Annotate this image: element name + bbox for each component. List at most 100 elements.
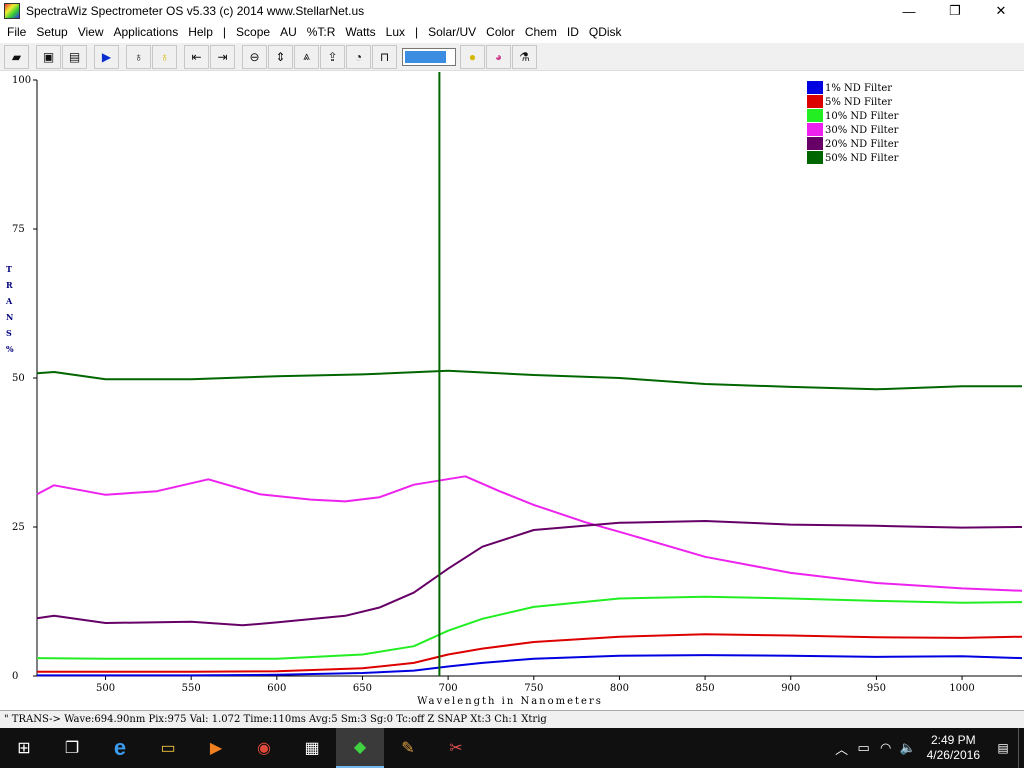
menu-item-applications[interactable]: Applications (109, 25, 184, 39)
x-axis-label: Wavelength in Nanometers (417, 696, 603, 707)
minimize-button[interactable]: — (886, 0, 932, 22)
autoscale-y-icon: ⇕ (275, 49, 286, 64)
chrome-taskbar-button[interactable]: ◉ (240, 728, 288, 768)
autoscale-y-button[interactable]: ⇕ (268, 44, 293, 69)
clock-date: 4/26/2016 (926, 748, 980, 762)
sun-icon: ● (468, 49, 477, 64)
print-icon: ▤ (68, 49, 81, 64)
spectrawiz-taskbar-button[interactable]: ◆ (336, 728, 384, 768)
chevron-up-icon[interactable]: ︿ (831, 739, 853, 758)
show-desktop-button[interactable] (1018, 728, 1024, 768)
paint-taskbar-button[interactable]: ✎ (384, 728, 432, 768)
save-button[interactable]: ▣ (36, 44, 61, 69)
menu-item-solar-uv[interactable]: Solar/UV (423, 25, 481, 39)
windows-start-icon: ⊞ (17, 740, 31, 757)
play-button[interactable]: ▶ (94, 44, 119, 69)
menu-item-color[interactable]: Color (481, 25, 520, 39)
open-button[interactable]: ▰ (4, 44, 29, 69)
toolbar: ▰ ▣ ▤ ▶ ♁ ♁ ⇤ ⇥ ⊖ ⇕ ⩓ ⇪ ◔ ⊓ ● ◕ ⚗ (0, 43, 1024, 71)
snipping-taskbar-button[interactable]: ✂ (432, 728, 480, 768)
status-bar: " TRANS-> Wave:694.90nm Pix:975 Val: 1.0… (0, 710, 1024, 728)
slider-fill (405, 50, 446, 63)
print-button[interactable]: ▤ (62, 44, 87, 69)
calculator-icon: ▦ (304, 740, 320, 757)
legend-entry: 10% ND Filter (825, 111, 899, 122)
x-tick-label: 550 (182, 683, 201, 694)
menu-item-chem[interactable]: Chem (520, 25, 562, 39)
y-tick-label: 0 (12, 671, 18, 682)
y-tick-label: 100 (12, 75, 31, 86)
sun-button[interactable]: ● (460, 44, 485, 69)
file-explorer-taskbar-button[interactable]: ▭ (144, 728, 192, 768)
notification-center-icon[interactable]: ▤ (988, 741, 1018, 755)
spectrum-chart[interactable]: 0 25 50 75 100 T R A N S % 500 550 600 650 700 750 800 850… (0, 72, 1024, 710)
menu-separator: | (415, 25, 419, 39)
zoom-button[interactable]: ⊖ (242, 44, 267, 69)
menu-separator: | (222, 25, 227, 39)
chem-button[interactable]: ⚗ (512, 44, 537, 69)
bulb-light-icon: ♁ (160, 49, 169, 64)
scale-up-button[interactable]: ⇪ (320, 44, 345, 69)
menu-item-lux[interactable]: Lux (381, 25, 410, 39)
edge-taskbar-button[interactable]: e (96, 728, 144, 768)
menu-item-help[interactable]: Help (183, 25, 218, 39)
x-tick-label: 500 (96, 683, 115, 694)
x-tick-label: 700 (439, 683, 458, 694)
x-tick-label: 1000 (949, 683, 974, 694)
volume-icon[interactable]: 🔈 (897, 740, 919, 756)
color-wheel-icon: ◕ (494, 49, 503, 64)
task-view-taskbar-button[interactable]: ❐ (48, 728, 96, 768)
cursor-right-button[interactable]: ⇥ (210, 44, 235, 69)
spectrawiz-window: SpectraWiz Spectrometer OS v5.33 (c) 201… (0, 0, 1024, 768)
menu-item-watts[interactable]: Watts (340, 25, 380, 39)
series-line-5 (36, 520, 1023, 627)
menu-item-qdisk[interactable]: QDisk (584, 25, 627, 39)
menu-item-id[interactable]: ID (562, 25, 584, 39)
taskbar-clock[interactable]: 2:49 PM 4/26/2016 (927, 733, 980, 763)
bracket-icon: ⊓ (379, 49, 390, 64)
snipping-icon: ✂ (449, 740, 463, 757)
series-line-2 (37, 633, 1023, 673)
zoom-icon: ⊖ (249, 49, 260, 64)
menu-item-view[interactable]: View (73, 25, 109, 39)
calculator-taskbar-button[interactable]: ▦ (288, 728, 336, 768)
bracket-button[interactable]: ⊓ (372, 44, 397, 69)
menu-item-file[interactable]: File (2, 25, 31, 39)
close-button[interactable]: ✕ (978, 0, 1024, 22)
open-icon: ▰ (11, 49, 22, 64)
cursor-left-button[interactable]: ⇤ (184, 44, 209, 69)
y-axis-label: T R A N S% (5, 264, 14, 354)
maximize-button[interactable]: ❐ (932, 0, 978, 22)
menu-item-scope[interactable]: Scope (231, 25, 275, 39)
bulb-dark-button[interactable]: ♁ (126, 44, 151, 69)
x-tick-label: 600 (267, 683, 286, 694)
x-tick-label: 950 (867, 683, 886, 694)
file-explorer-icon: ▭ (160, 740, 176, 757)
legend-swatch (807, 151, 823, 164)
peak-button[interactable]: ⩓ (294, 44, 319, 69)
legend-entry: 20% ND Filter (825, 139, 899, 150)
chrome-icon: ◉ (257, 740, 271, 757)
menu-item-au[interactable]: AU (275, 25, 302, 39)
window-controls: — ❐ ✕ (886, 0, 1024, 22)
scale-up-icon: ⇪ (327, 49, 338, 64)
wifi-icon[interactable]: ◠ (875, 740, 897, 756)
cursor-right-icon: ⇥ (217, 49, 228, 64)
media-player-taskbar-button[interactable]: ▶ (192, 728, 240, 768)
color-wheel-button[interactable]: ◕ (486, 44, 511, 69)
menu-item-setup[interactable]: Setup (31, 25, 72, 39)
gauge-button[interactable]: ◔ (346, 44, 371, 69)
y-tick-label: 50 (12, 373, 25, 384)
windows-start-taskbar-button[interactable]: ⊞ (0, 728, 48, 768)
series-line-4 (36, 475, 1023, 592)
window-title: SpectraWiz Spectrometer OS v5.33 (c) 201… (26, 4, 365, 18)
spectrawiz-icon: ◆ (353, 739, 367, 756)
bulb-light-button[interactable]: ♁ (152, 44, 177, 69)
clock-time: 2:49 PM (930, 733, 976, 747)
spectrum-plot[interactable]: 0 25 50 75 100 T R A N S% 500 550 600 650 700 750 800 850… (0, 72, 1024, 710)
battery-icon[interactable]: ▭ (853, 740, 875, 756)
series-line-3 (36, 595, 1023, 660)
y-tick-label: 25 (12, 522, 25, 533)
menu-item--t-r[interactable]: %T:R (302, 25, 341, 39)
integration-slider[interactable] (402, 47, 456, 66)
